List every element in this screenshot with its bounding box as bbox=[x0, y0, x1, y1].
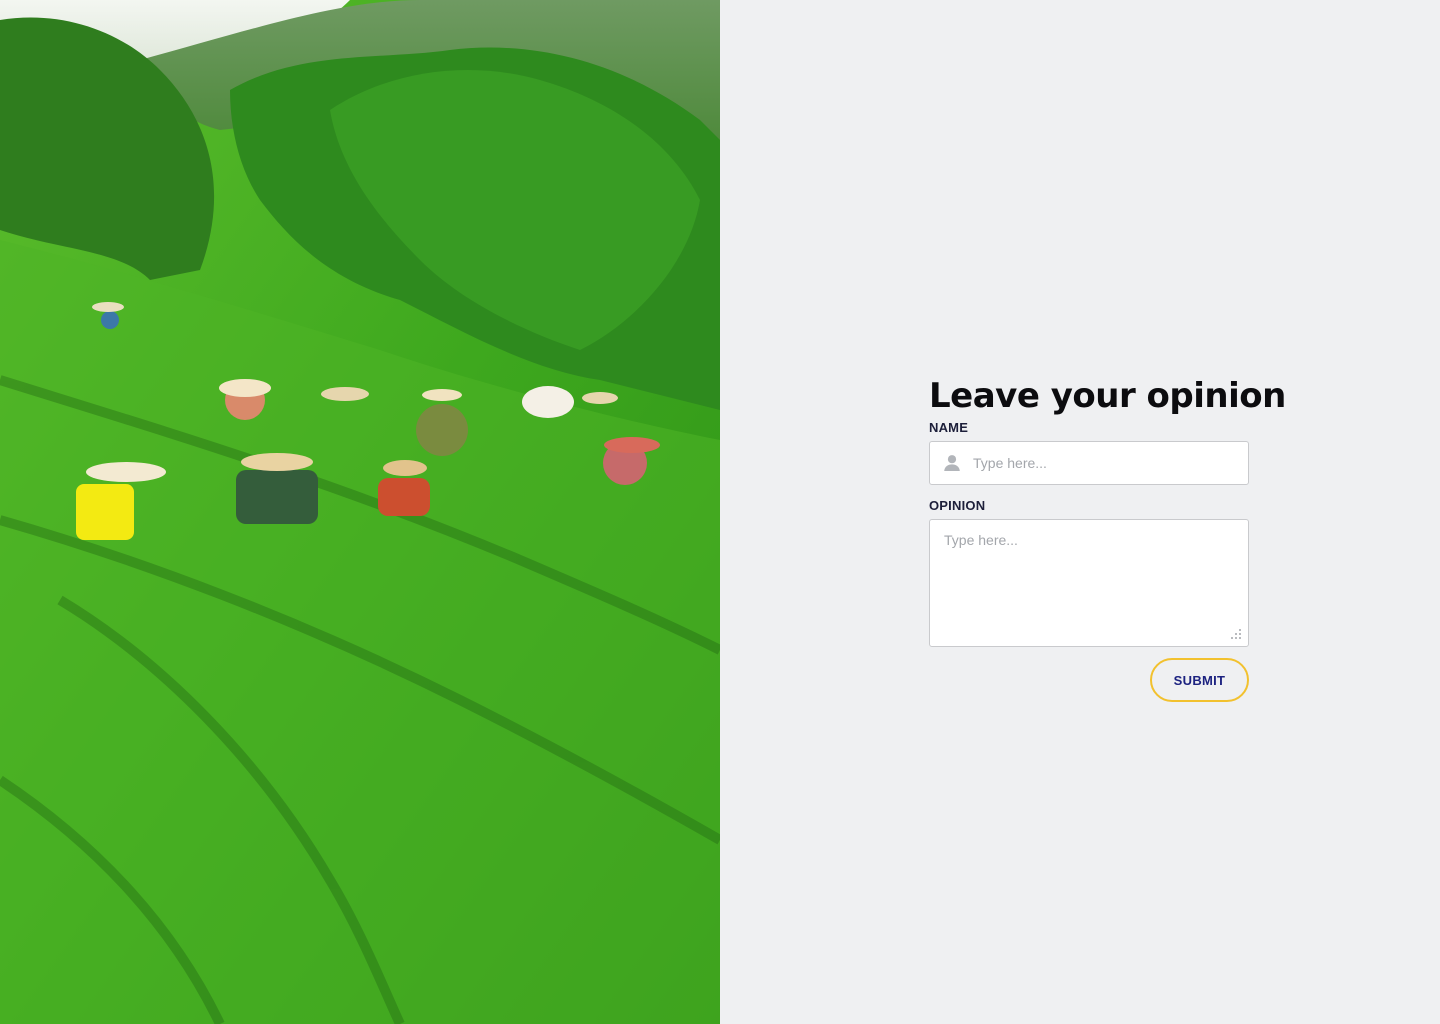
tea-plantation-illustration bbox=[0, 0, 720, 1024]
submit-button[interactable]: SUBMIT bbox=[1150, 658, 1249, 702]
resize-handle-icon[interactable] bbox=[1230, 628, 1242, 640]
form-panel: Leave your opinion NAME OPINION bbox=[720, 0, 1440, 1024]
hero-image bbox=[0, 0, 720, 1024]
name-input[interactable] bbox=[973, 442, 1239, 484]
opinion-textarea[interactable] bbox=[930, 520, 1248, 646]
opinion-label: OPINION bbox=[929, 498, 986, 513]
opinion-form: Leave your opinion NAME OPINION bbox=[929, 372, 1286, 702]
name-label: NAME bbox=[929, 420, 969, 435]
form-title: Leave your opinion bbox=[929, 376, 1286, 416]
form-actions: SUBMIT bbox=[929, 658, 1249, 702]
opinion-field[interactable] bbox=[929, 519, 1249, 647]
name-field[interactable] bbox=[929, 441, 1249, 485]
user-icon bbox=[944, 455, 960, 471]
page: Leave your opinion NAME OPINION bbox=[0, 0, 1440, 1024]
